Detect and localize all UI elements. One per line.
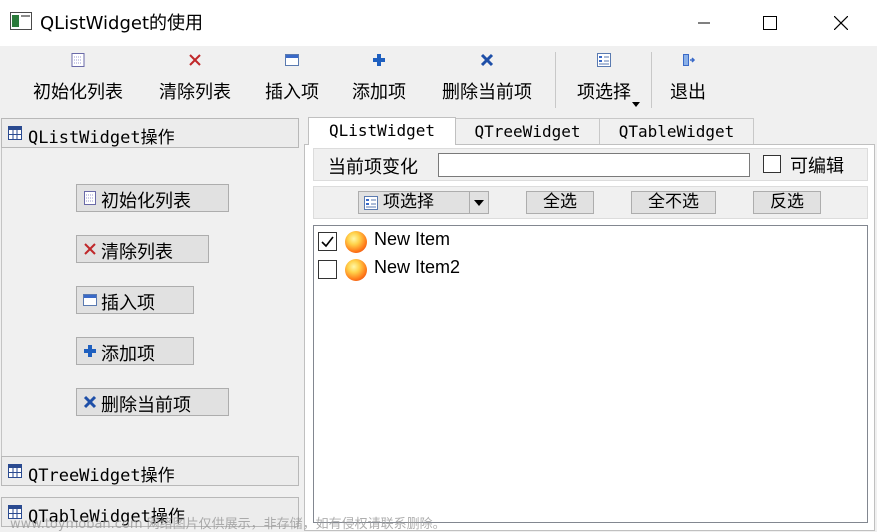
list-grid-icon: [71, 53, 85, 67]
toolbar-clear-list-label: 清除列表: [159, 82, 231, 103]
exit-door-icon: [683, 54, 696, 66]
toolbar-insert-item-label: 插入项: [265, 82, 319, 103]
dropdown-divider: [469, 192, 470, 213]
fire-icon: [345, 231, 367, 253]
toolbar-select-items-button[interactable]: 项选择: [566, 46, 642, 116]
list-grid-icon: [84, 191, 96, 205]
tab-listwidget[interactable]: QListWidget: [308, 117, 456, 145]
toolbox-panel: QListWidget操作 初始化列表 清除列表 插入项 添加项 删除当前项 Q…: [0, 118, 301, 531]
init-list-button[interactable]: 初始化列表: [76, 184, 229, 212]
toolbox-page-listwidget-label: QListWidget操作: [28, 128, 175, 148]
toolbox-page-listwidget-body: 初始化列表 清除列表 插入项 添加项 删除当前项: [1, 148, 300, 456]
insert-row-icon: [285, 54, 299, 66]
table-icon: [8, 126, 22, 140]
fire-icon: [345, 259, 367, 281]
toolbar-delete-item-label: 删除当前项: [442, 82, 532, 103]
add-item-button[interactable]: 添加项: [76, 337, 194, 365]
toolbar-separator: [651, 52, 652, 108]
toolbar-add-item-label: 添加项: [352, 82, 406, 103]
insert-item-button[interactable]: 插入项: [76, 286, 194, 314]
toolbar-init-list-label: 初始化列表: [33, 82, 123, 103]
insert-item-label: 插入项: [101, 293, 155, 314]
toolbar-insert-item-button[interactable]: 插入项: [255, 46, 329, 116]
tab-treewidget[interactable]: QTreeWidget: [455, 118, 600, 144]
maximize-button[interactable]: [741, 0, 799, 46]
checklist-icon: [364, 196, 378, 210]
close-icon: [834, 16, 848, 30]
clear-list-label: 清除列表: [101, 242, 173, 263]
plus-icon: [373, 54, 385, 66]
toolbar-delete-item-button[interactable]: 删除当前项: [430, 46, 544, 116]
list-item-text: New Item2: [374, 257, 461, 277]
toolbar-init-list-button[interactable]: 初始化列表: [22, 46, 134, 116]
select-none-button[interactable]: 全不选: [631, 191, 716, 214]
checkmark-icon: [321, 236, 334, 248]
tab-widget: QListWidget QTreeWidget QTableWidget 当前项…: [304, 117, 877, 531]
select-items-label: 项选择: [383, 192, 434, 212]
dropdown-caret-icon[interactable]: [632, 102, 640, 107]
red-x-icon: [189, 54, 201, 66]
title-bar: QListWidget的使用: [0, 0, 877, 47]
insert-row-icon: [83, 294, 97, 306]
editable-checkbox[interactable]: [763, 155, 781, 173]
blue-x-icon: [83, 395, 97, 409]
init-list-label: 初始化列表: [101, 191, 191, 212]
toolbar-select-items-label: 项选择: [577, 82, 631, 103]
toolbar-separator: [555, 52, 556, 108]
toolbar: 初始化列表 清除列表 插入项 添加项 删除当前项 项选择 退出: [0, 46, 877, 116]
minimize-icon: [698, 22, 710, 24]
list-item[interactable]: New Item2: [318, 256, 858, 282]
red-x-icon: [84, 243, 96, 255]
checklist-icon: [597, 53, 611, 67]
tab-tablewidget[interactable]: QTableWidget: [599, 118, 754, 144]
select-invert-button[interactable]: 反选: [753, 191, 821, 214]
list-item-checkbox[interactable]: [318, 260, 337, 279]
toolbox-page-treewidget-label: QTreeWidget操作: [28, 466, 175, 486]
toolbox-page-treewidget[interactable]: QTreeWidget操作: [1, 456, 299, 486]
watermark-text: www.toymoban.com 网络图片仅供展示，非存储，如有侵权请联系删除。: [10, 517, 446, 532]
list-widget[interactable]: New Item New Item2: [313, 225, 868, 523]
clear-list-button[interactable]: 清除列表: [76, 235, 209, 263]
maximize-icon: [763, 16, 777, 30]
toolbar-add-item-button[interactable]: 添加项: [342, 46, 416, 116]
tab-pane-listwidget: 当前项变化 可编辑 项选择 全选 全不选 反选 New Item New Ite…: [304, 144, 875, 531]
current-item-label: 当前项变化: [328, 157, 418, 178]
window-title: QListWidget的使用: [40, 13, 204, 34]
dropdown-arrow-icon[interactable]: [474, 200, 484, 206]
select-items-dropdown-button[interactable]: 项选择: [358, 191, 489, 214]
list-item-checkbox[interactable]: [318, 232, 337, 251]
selection-group: 项选择 全选 全不选 反选: [313, 186, 868, 219]
plus-icon: [84, 345, 96, 357]
add-item-label: 添加项: [101, 344, 155, 365]
close-button[interactable]: [812, 0, 870, 46]
delete-item-label: 删除当前项: [101, 395, 191, 416]
blue-x-icon: [480, 53, 494, 67]
table-icon: [8, 464, 22, 478]
list-item-text: New Item: [374, 229, 451, 249]
editable-label: 可编辑: [790, 156, 844, 177]
minimize-button[interactable]: [675, 0, 733, 46]
toolbar-exit-label: 退出: [670, 82, 706, 103]
select-all-button[interactable]: 全选: [526, 191, 594, 214]
toolbox-page-listwidget[interactable]: QListWidget操作: [1, 118, 299, 148]
toolbar-clear-list-button[interactable]: 清除列表: [148, 46, 242, 116]
current-item-group: 当前项变化 可编辑: [313, 148, 868, 181]
app-icon: [10, 12, 32, 30]
list-item[interactable]: New Item: [318, 228, 858, 254]
current-item-input[interactable]: [438, 153, 750, 177]
delete-item-button[interactable]: 删除当前项: [76, 388, 229, 416]
toolbar-exit-button[interactable]: 退出: [662, 46, 714, 116]
